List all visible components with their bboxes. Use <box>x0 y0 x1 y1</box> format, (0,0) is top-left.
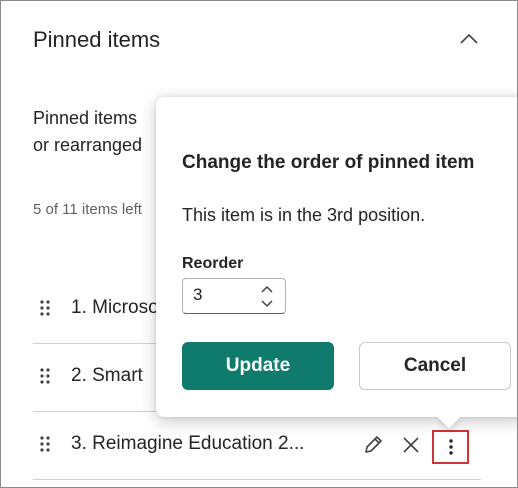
reorder-popup: Change the order of pinned item This ite… <box>156 97 517 429</box>
cancel-button[interactable]: Cancel <box>359 342 511 390</box>
pinned-item-label: 1. Microsoft <box>71 297 170 318</box>
update-button[interactable]: Update <box>182 342 334 390</box>
items-left-count: 5 of 11 items left <box>33 201 142 218</box>
close-icon[interactable] <box>397 431 425 459</box>
pinned-item-label: 3. Reimagine Education 2... <box>71 433 305 454</box>
pinned-item-label: 2. Smart <box>71 365 143 386</box>
panel-description: Pinned items or rearranged <box>33 105 163 159</box>
reorder-label: Reorder <box>182 255 244 272</box>
description-line-2: or rearranged <box>33 135 143 155</box>
drag-handle-icon[interactable] <box>39 367 51 385</box>
pinned-item-row[interactable]: 3. Reimagine Education 2... <box>33 413 481 480</box>
reorder-stepper[interactable] <box>182 278 286 314</box>
reorder-input[interactable] <box>193 285 253 305</box>
drag-handle-icon[interactable] <box>39 299 51 317</box>
description-line-1: Pinned items <box>33 108 138 128</box>
chevron-up-icon[interactable] <box>259 283 275 295</box>
more-options-button[interactable] <box>432 430 469 464</box>
chevron-down-icon[interactable] <box>259 297 275 309</box>
chevron-up-icon[interactable] <box>457 29 481 49</box>
panel-title: Pinned items <box>33 27 161 52</box>
position-text: This item is in the 3rd position. <box>182 205 426 225</box>
more-vertical-icon <box>448 439 453 455</box>
drag-handle-icon[interactable] <box>39 435 51 453</box>
pencil-icon[interactable] <box>359 431 387 459</box>
pinned-items-panel: Pinned items Pinned items or rearranged … <box>0 0 518 488</box>
popup-title: Change the order of pinned item <box>182 152 475 173</box>
